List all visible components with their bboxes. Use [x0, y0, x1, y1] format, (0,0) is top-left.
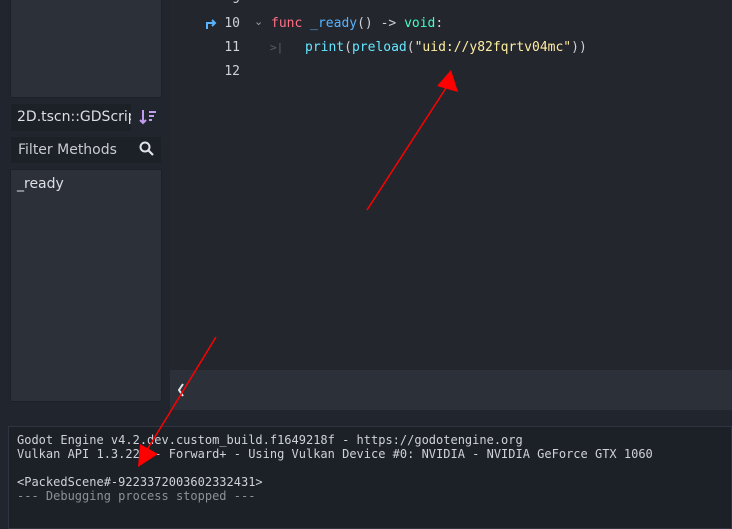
- code-editor[interactable]: 9 10 ⌄ func _ready() -> void: 11 >| prin…: [170, 0, 732, 370]
- method-list[interactable]: _ready: [10, 169, 162, 402]
- line-number: 10: [224, 16, 240, 31]
- code-token: preload: [351, 40, 407, 55]
- list-item[interactable]: _ready: [17, 176, 64, 192]
- editor-status-bar: [170, 370, 732, 410]
- tab-indent-icon: >|: [270, 41, 284, 54]
- log-line: Vulkan API 1.3.224 - Forward+ - Using Vu…: [17, 447, 653, 461]
- search-icon: [138, 140, 156, 158]
- code-line[interactable]: print(preload("uid://y82fqrtv04mc")): [305, 40, 587, 55]
- code-token: _ready: [310, 16, 358, 31]
- output-log[interactable]: Godot Engine v4.2.dev.custom_build.f1649…: [8, 426, 732, 529]
- code-token: (: [406, 40, 415, 55]
- script-list-panel[interactable]: [10, 0, 162, 98]
- code-token: "uid://y82fqrtv04mc": [414, 40, 572, 55]
- code-token: :: [435, 16, 444, 31]
- code-token: )): [571, 40, 587, 55]
- code-line[interactable]: func _ready() -> void:: [271, 16, 443, 31]
- sort-icon: [139, 110, 156, 125]
- code-token: void: [404, 16, 436, 31]
- log-line: <PackedScene#-9223372003602332431>: [17, 475, 263, 489]
- sort-methods-button[interactable]: [138, 107, 158, 127]
- code-token: (): [357, 16, 373, 31]
- script-name-label: 2D.tscn::GDScript: [11, 104, 131, 131]
- line-number: 11: [224, 40, 240, 55]
- code-token: func: [271, 16, 303, 31]
- line-number: 9: [210, 0, 240, 7]
- line-number: 12: [224, 64, 240, 79]
- code-token: (: [344, 40, 352, 55]
- fold-arrow-icon[interactable]: ⌄: [254, 15, 263, 28]
- log-line: --- Debugging process stopped ---: [17, 489, 256, 503]
- code-token: ->: [380, 16, 397, 31]
- collapse-panel-icon[interactable]: [176, 382, 186, 398]
- code-token: print: [305, 40, 345, 55]
- log-line: Godot Engine v4.2.dev.custom_build.f1649…: [17, 433, 523, 447]
